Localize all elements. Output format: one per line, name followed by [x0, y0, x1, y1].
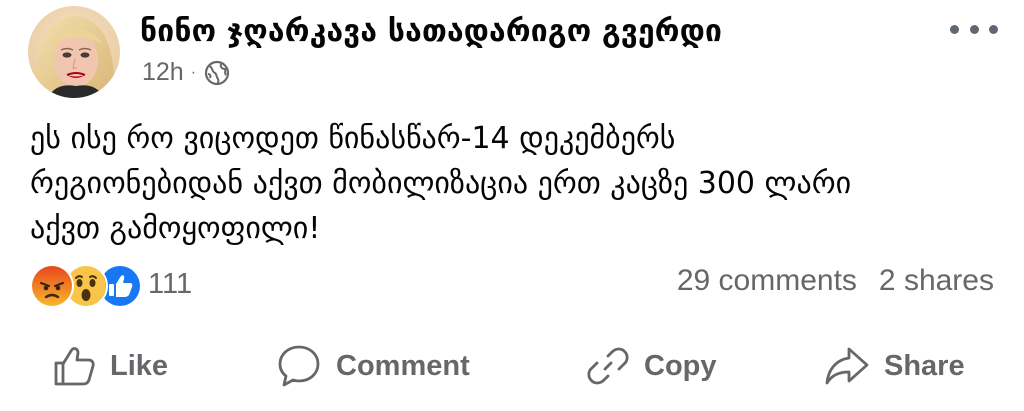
- post-timestamp[interactable]: 12h: [142, 58, 184, 87]
- copy-label: Copy: [644, 349, 717, 382]
- post-text-line: ეს ისე რო ვიცოდეთ წინასწარ-14 დეკემბერს: [30, 121, 676, 156]
- post-card: ნინო ჯღარკავა სათადარიგო გვერდი 12h · ეს…: [0, 0, 1024, 411]
- author-avatar[interactable]: [28, 6, 120, 98]
- comments-count[interactable]: 29 comments: [677, 264, 857, 298]
- copy-button[interactable]: Copy: [586, 338, 717, 394]
- more-dot: [989, 24, 998, 34]
- comment-bubble-icon: [276, 343, 322, 389]
- post-text-line: აქვთ გამოყოფილი!: [30, 211, 321, 246]
- author-name[interactable]: ნინო ჯღარკავა სათადარიგო გვერდი: [140, 14, 722, 49]
- post-meta: 12h ·: [142, 58, 230, 87]
- post-body: ეს ისე რო ვიცოდეთ წინასწარ-14 დეკემბერს …: [30, 116, 1010, 251]
- reactions-summary[interactable]: 111: [30, 263, 193, 308]
- more-options-icon[interactable]: [950, 14, 998, 44]
- reaction-icons: [30, 263, 142, 308]
- avatar-image: [28, 6, 120, 98]
- more-dot: [969, 24, 979, 34]
- shares-count[interactable]: 2 shares: [879, 264, 994, 298]
- reaction-count: 111: [148, 267, 193, 300]
- post-stats: 29 comments 2 shares: [677, 264, 994, 298]
- action-bar: Like Comment Copy Share: [0, 338, 1024, 394]
- meta-separator: ·: [190, 63, 197, 81]
- share-button[interactable]: Share: [824, 338, 965, 394]
- angry-reaction-icon: [30, 264, 74, 308]
- more-dot: [950, 24, 959, 34]
- link-icon: [586, 344, 630, 388]
- thumbs-up-icon: [52, 344, 96, 388]
- post-text-line: რეგიონებიდან აქვთ მობილიზაცია ერთ კაცზე …: [30, 166, 852, 201]
- share-arrow-icon: [824, 343, 870, 389]
- share-label: Share: [884, 349, 965, 382]
- like-label: Like: [110, 349, 169, 382]
- comment-button[interactable]: Comment: [276, 338, 470, 394]
- globe-icon[interactable]: [204, 60, 230, 86]
- comment-label: Comment: [336, 349, 470, 382]
- like-button[interactable]: Like: [52, 338, 168, 394]
